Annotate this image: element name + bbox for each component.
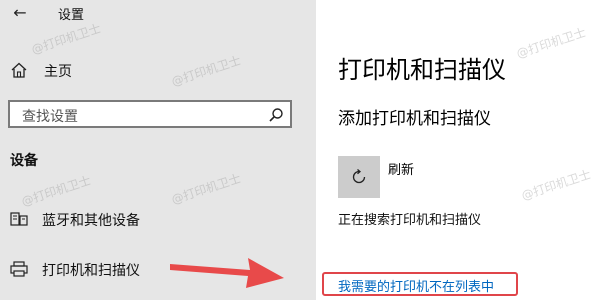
sidebar-item-label: 打印机和扫描仪 <box>42 263 140 279</box>
section-subheading: 添加打印机和扫描仪 <box>338 109 491 129</box>
main-panel <box>316 0 600 300</box>
window-title: 设置 <box>58 8 85 23</box>
sidebar-item-bluetooth[interactable]: 蓝牙和其他设备 <box>0 204 316 234</box>
printer-not-listed-link[interactable]: 我需要的打印机不在列表中 <box>338 276 494 295</box>
search-icon <box>269 108 283 122</box>
search-input[interactable]: 查找设置 <box>8 100 292 128</box>
sidebar-item-label: 主页 <box>44 64 72 80</box>
refresh-button[interactable] <box>338 156 380 198</box>
printer-icon <box>10 261 28 277</box>
home-icon <box>11 62 27 78</box>
page-title: 打印机和扫描仪 <box>338 56 506 84</box>
refresh-label[interactable]: 刷新 <box>388 159 414 178</box>
search-status-text: 正在搜索打印机和扫描仪 <box>338 213 482 228</box>
bluetooth-devices-icon <box>10 212 28 226</box>
section-header-devices: 设备 <box>10 153 38 169</box>
sidebar-item-home[interactable]: 主页 <box>0 56 316 86</box>
annotation-arrow <box>170 258 284 288</box>
sidebar-item-label: 蓝牙和其他设备 <box>42 213 140 229</box>
back-arrow-icon[interactable]: ← <box>8 2 32 24</box>
refresh-icon <box>352 169 366 184</box>
search-placeholder: 查找设置 <box>22 109 78 125</box>
